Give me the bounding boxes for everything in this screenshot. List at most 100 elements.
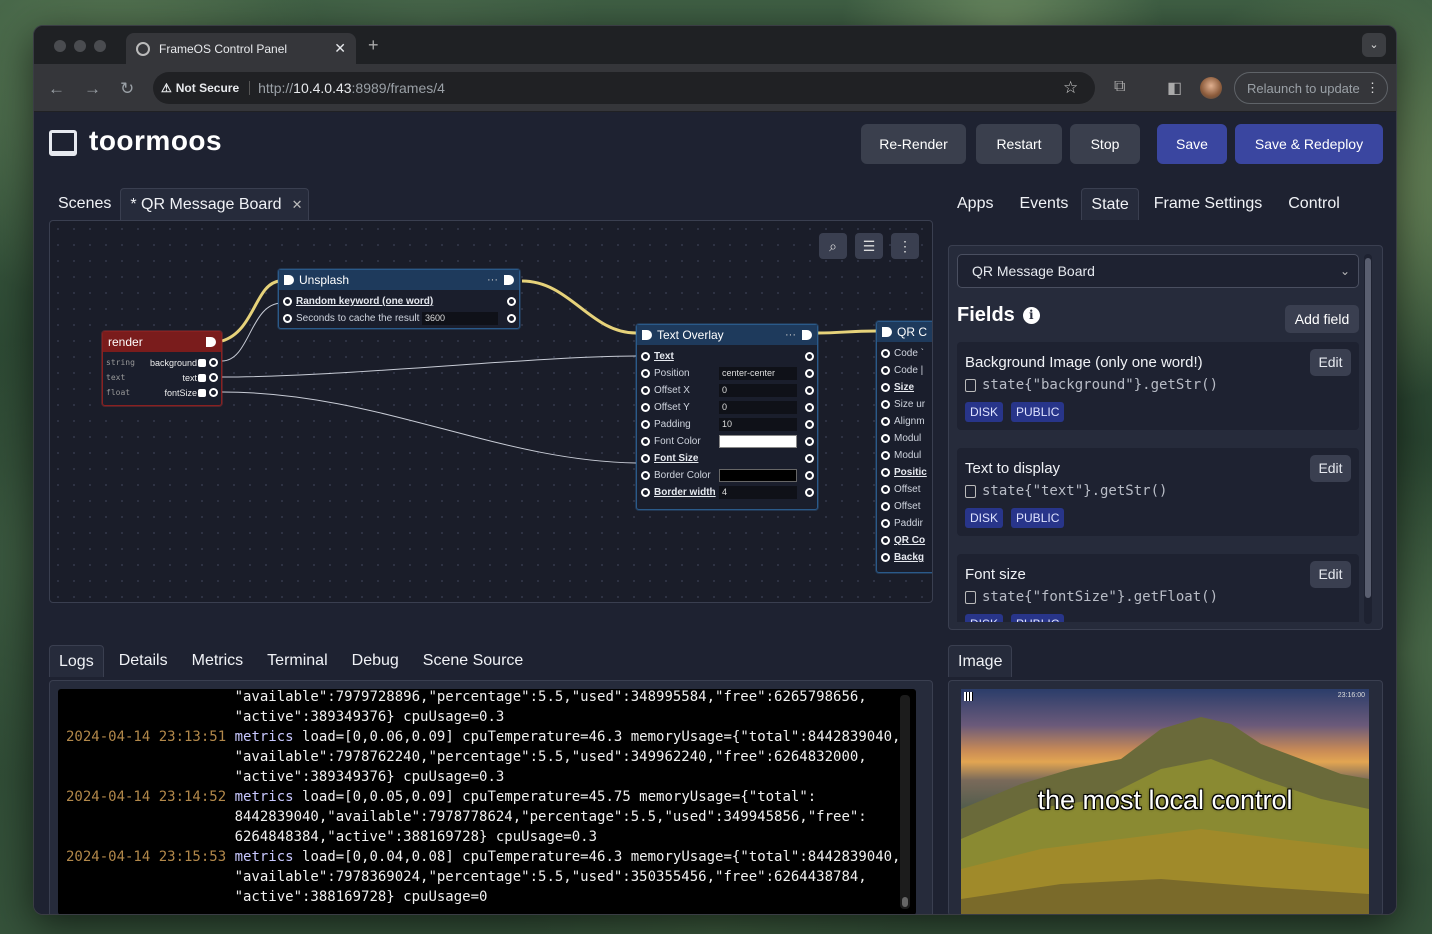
edit-field-button[interactable]: Edit (1310, 561, 1351, 588)
reload-icon[interactable]: ↻ (120, 79, 134, 99)
browser-tab[interactable]: FrameOS Control Panel ✕ (126, 33, 356, 64)
tab-state[interactable]: State (1081, 188, 1139, 220)
offset-y-input[interactable]: 0 (719, 401, 797, 414)
address-bar[interactable]: ⚠ Not Secure http://10.4.0.43:8989/frames… (153, 72, 1095, 104)
browser-window: FrameOS Control Panel ✕ + ⌄ ← → ↻ ⚠ Not S… (33, 25, 1397, 915)
node-text-overlay[interactable]: Text Overlay ··· Text Position center-cent… (636, 324, 818, 510)
node-render[interactable]: render string background text text float fo… (102, 331, 222, 406)
tab-image[interactable]: Image (948, 645, 1013, 677)
output-port[interactable] (507, 297, 516, 306)
copy-icon[interactable] (965, 378, 976, 392)
profile-avatar[interactable] (1200, 77, 1222, 99)
preview-timestamp: 23:16:00 (1337, 692, 1365, 699)
restart-button[interactable]: Restart (976, 124, 1062, 164)
tag-public: PUBLIC (1011, 402, 1065, 422)
tag-disk: DISK (965, 614, 1004, 622)
tab-scenes[interactable]: Scenes (49, 188, 120, 220)
tab-scene-source[interactable]: Scene Source (414, 645, 533, 677)
node-menu-icon[interactable]: ··· (487, 274, 498, 286)
input-port[interactable] (283, 297, 292, 306)
node-qr-code[interactable]: QR C Code ` Code | Size Size ur Alignm M… (876, 321, 932, 573)
fields-scrollbar[interactable] (1364, 254, 1372, 624)
field-code: state{"background"}.getStr() (965, 377, 1218, 393)
forward-icon[interactable]: → (84, 79, 101, 99)
relaunch-button[interactable]: Relaunch to update ⋮ (1234, 72, 1388, 104)
bottom-tabs: Logs Details Metrics Terminal Debug Scen… (49, 645, 532, 677)
input-handle-icon[interactable] (642, 330, 652, 340)
warning-icon: ⚠ (161, 81, 172, 95)
tab-control[interactable]: Control (1279, 188, 1349, 220)
position-select[interactable]: center-center (719, 367, 797, 380)
log-lines: "available":7979728896,"percentage":5.5,… (66, 689, 900, 907)
edit-field-button[interactable]: Edit (1310, 349, 1351, 376)
node-menu-icon[interactable]: ··· (785, 329, 796, 341)
cache-seconds-input[interactable]: 3600 (422, 312, 498, 325)
side-panel-icon[interactable]: ◧ (1167, 78, 1182, 98)
log-line: "available":7978369024,"percentage":5.5,… (234, 869, 867, 885)
tab-metrics[interactable]: Metrics (183, 645, 253, 677)
extensions-icon[interactable]: ⧉ (1114, 78, 1125, 96)
log-scrollbar[interactable] (900, 695, 910, 909)
address-bar-row: ← → ↻ ⚠ Not Secure http://10.4.0.43:8989/… (34, 64, 1396, 112)
qr-code-icon (964, 692, 973, 701)
node-unsplash[interactable]: Unsplash ··· Random keyword (one word) Se… (278, 269, 520, 329)
image-tabs: Image (948, 645, 1013, 677)
padding-input[interactable]: 10 (719, 418, 797, 431)
output-handle-icon[interactable] (802, 330, 812, 340)
browser-tabstrip: FrameOS Control Panel ✕ + ⌄ (34, 26, 1396, 64)
back-icon[interactable]: ← (48, 79, 65, 99)
data-edge (221, 391, 643, 464)
output-handle-icon[interactable] (504, 275, 514, 285)
output-port[interactable] (209, 373, 218, 382)
info-icon[interactable]: i (1022, 307, 1040, 324)
font-color-swatch[interactable] (719, 435, 797, 448)
stop-button[interactable]: Stop (1070, 124, 1140, 164)
new-tab-icon[interactable]: + (368, 35, 379, 56)
rerender-button[interactable]: Re-Render (861, 124, 966, 164)
tab-details[interactable]: Details (110, 645, 177, 677)
window-controls[interactable] (54, 40, 106, 52)
fields-heading: Fields i (957, 304, 1040, 327)
right-tabs: Apps Events State Frame Settings Control (948, 188, 1349, 220)
menu-dots-icon[interactable]: ⋮ (1366, 80, 1379, 96)
output-port[interactable] (209, 358, 218, 367)
log-line: "available":7979728896,"percentage":5.5,… (234, 689, 867, 705)
tab-qr-message-board[interactable]: * QR Message Board ✕ (120, 188, 310, 220)
field-name: Background Image (only one word!) (965, 354, 1203, 371)
bookmark-star-icon[interactable]: ☆ (1063, 78, 1078, 98)
frame-logo-icon (49, 130, 77, 156)
log-output[interactable]: "available":7979728896,"percentage":5.5,… (58, 689, 916, 914)
fields-list: Background Image (only one word!) Edit s… (957, 342, 1359, 622)
preview-caption: the most local control (1037, 785, 1293, 815)
field-name: Font size (965, 566, 1026, 583)
tab-debug[interactable]: Debug (343, 645, 408, 677)
scene-select[interactable]: QR Message Board ⌄ (957, 254, 1359, 288)
tab-events[interactable]: Events (1010, 188, 1077, 220)
output-port[interactable] (507, 314, 516, 323)
tab-logs[interactable]: Logs (49, 645, 104, 677)
log-line: "active":389349376} cpuUsage=0.3 (234, 769, 505, 785)
copy-icon[interactable] (965, 590, 976, 604)
diagram-canvas[interactable]: ⌕ ☰ ⋮ render string background text text f… (49, 220, 933, 603)
border-color-swatch[interactable] (719, 469, 797, 482)
data-edge (221, 355, 643, 378)
output-handle-icon[interactable] (206, 337, 216, 347)
copy-icon[interactable] (965, 484, 976, 498)
input-handle-icon[interactable] (882, 327, 892, 337)
output-port[interactable] (209, 388, 218, 397)
border-width-input[interactable]: 4 (719, 486, 797, 499)
input-port[interactable] (283, 314, 292, 323)
tab-search-icon[interactable]: ⌄ (1362, 33, 1386, 57)
security-indicator[interactable]: ⚠ Not Secure (161, 81, 251, 95)
offset-x-input[interactable]: 0 (719, 384, 797, 397)
tab-apps[interactable]: Apps (948, 188, 1002, 220)
close-tab-icon[interactable]: ✕ (334, 40, 346, 57)
add-field-button[interactable]: Add field (1285, 305, 1359, 333)
edit-field-button[interactable]: Edit (1310, 455, 1351, 482)
save-button[interactable]: Save (1157, 124, 1227, 164)
close-tab-icon[interactable]: ✕ (292, 197, 303, 213)
tab-frame-settings[interactable]: Frame Settings (1145, 188, 1271, 220)
tab-terminal[interactable]: Terminal (258, 645, 336, 677)
save-redeploy-button[interactable]: Save & Redeploy (1235, 124, 1383, 164)
input-handle-icon[interactable] (284, 275, 294, 285)
